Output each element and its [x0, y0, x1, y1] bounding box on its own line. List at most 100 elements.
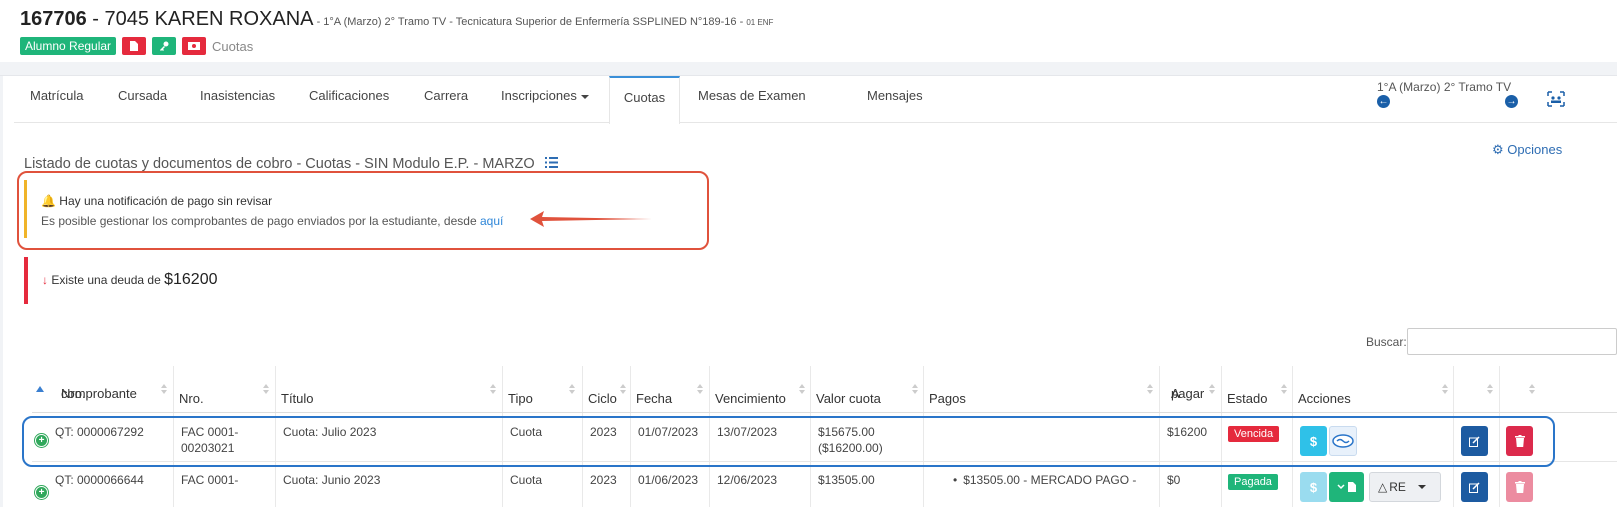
sort-icon	[1529, 384, 1535, 396]
download-icon	[1336, 482, 1356, 492]
sort-icon	[1281, 384, 1287, 396]
col-vencimiento-label: Vencimiento	[715, 391, 786, 406]
edit-button[interactable]	[1461, 472, 1488, 502]
col-apagar-line2: pagar	[1171, 386, 1205, 401]
sort-icon	[912, 384, 918, 396]
expand-row-icon[interactable]: +	[35, 486, 48, 499]
status-badge: Alumno Regular	[20, 37, 117, 55]
tab-inscripciones-label: Inscripciones	[501, 88, 577, 103]
sort-icon	[697, 384, 703, 396]
pay-dollar-button[interactable]: $	[1300, 472, 1327, 502]
trash-icon	[1514, 481, 1525, 493]
col-titulo[interactable]: Título	[275, 366, 502, 413]
cell-comprobante: QT: 0000066644	[55, 473, 144, 487]
ticket-icon[interactable]	[182, 37, 207, 55]
col-pagos-label: Pagos	[929, 391, 966, 406]
opciones-label: Opciones	[1507, 142, 1563, 157]
debt-amount: $16200	[164, 271, 218, 288]
title-separator: -	[86, 8, 105, 30]
col-pagos[interactable]: Pagos	[923, 366, 1159, 413]
arrow-down-icon: ↓	[42, 273, 48, 287]
student-id: 167706	[20, 8, 87, 30]
cell-vencimiento: 12/06/2023	[717, 473, 778, 487]
tab-carrera[interactable]: Carrera	[424, 76, 468, 123]
tab-calificaciones[interactable]: Calificaciones	[309, 76, 389, 123]
sort-icon	[1442, 384, 1448, 396]
cell-nro: FAC 0001-	[181, 473, 239, 487]
col-acciones[interactable]: Acciones	[1292, 366, 1453, 413]
cell-ciclo: 2023	[590, 473, 617, 487]
col-tipo[interactable]: Tipo	[502, 366, 582, 413]
bullet: •	[953, 473, 958, 487]
col-ciclo[interactable]: Ciclo	[582, 366, 630, 413]
gear-icon: ⚙	[1492, 142, 1504, 157]
cell-valor: $13505.00	[818, 473, 875, 487]
sort-icon	[620, 384, 626, 396]
cell-pagos-text: $13505.00 - MERCADO PAGO -	[963, 473, 1137, 487]
col-edit[interactable]	[1453, 366, 1499, 413]
arrow-left-icon[interactable]: ←	[1377, 95, 1390, 108]
cell-a-pagar: $0	[1167, 473, 1181, 487]
student-course: - 1°A (Marzo) 2° Tramo TV - Tecnicatura …	[313, 16, 747, 28]
cell-titulo: Cuota: Junio 2023	[283, 473, 381, 487]
debt-text: Existe una deuda de	[51, 273, 165, 287]
edit-icon	[1469, 481, 1480, 493]
col-valor-cuota[interactable]: Valor cuota	[810, 366, 923, 413]
list-icon[interactable]	[544, 156, 558, 172]
tab-matricula[interactable]: Matrícula	[30, 76, 83, 123]
col-a-pagar[interactable]: Apagar	[1159, 366, 1221, 413]
tab-cursada[interactable]: Cursada	[118, 76, 167, 123]
section-divider	[0, 62, 1617, 76]
key-icon[interactable]	[152, 37, 177, 55]
table-header: Nro. comprobante Nro. Título Tipo Ciclo F…	[32, 366, 1617, 413]
student-course-code: 01 ENF	[746, 18, 774, 27]
cuotas-label: Cuotas	[212, 38, 254, 54]
re-dropdown[interactable]: △ RE	[1369, 472, 1441, 502]
tab-mensajes[interactable]: Mensajes	[867, 76, 923, 123]
student-header: 167706 - 7045 KAREN ROXANA - 1°A (Marzo)…	[20, 8, 1617, 62]
col-nro[interactable]: Nro.	[173, 366, 275, 413]
status-badge: Pagada	[1228, 474, 1278, 490]
list-title: Listado de cuotas y documentos de cobro …	[24, 156, 558, 172]
group-icon[interactable]	[1547, 91, 1565, 107]
col-delete[interactable]	[1499, 366, 1545, 413]
sort-asc-icon[interactable]	[36, 386, 44, 392]
sort-icon	[161, 384, 167, 396]
warning-icon: △	[1378, 480, 1388, 494]
sort-icon	[1487, 384, 1493, 396]
left-rail	[0, 76, 3, 507]
caret-down-icon	[580, 94, 589, 99]
arrow-right-icon[interactable]: →	[1505, 95, 1518, 108]
col-nro-comprobante-line2: comprobante	[61, 386, 137, 401]
col-nro-comprobante[interactable]: Nro. comprobante	[49, 366, 173, 413]
delete-button[interactable]	[1506, 472, 1533, 502]
cell-tipo: Cuota	[510, 473, 543, 487]
sort-icon	[569, 384, 575, 396]
search-input[interactable]	[1407, 328, 1617, 355]
tab-inasistencias[interactable]: Inasistencias	[200, 76, 275, 123]
sort-icon	[263, 384, 269, 396]
student-name: 7045 KAREN ROXANA	[104, 8, 314, 30]
cell-fecha: 01/06/2023	[638, 473, 699, 487]
tab-cuotas[interactable]: Cuotas	[609, 76, 680, 124]
tab-mesas-de-examen[interactable]: Mesas de Examen	[698, 76, 806, 123]
table-row[interactable]: + QT: 0000066644 FAC 0001- Cuota: Junio …	[32, 462, 1617, 507]
col-estado-label: Estado	[1227, 391, 1268, 406]
col-valor-label: Valor cuota	[816, 391, 881, 406]
document-icon[interactable]	[122, 37, 147, 55]
col-ciclo-label: Ciclo	[588, 391, 617, 406]
col-fecha-label: Fecha	[636, 391, 673, 406]
col-vencimiento[interactable]: Vencimiento	[709, 366, 810, 413]
callout-arrow	[530, 211, 652, 227]
re-label: RE	[1389, 480, 1406, 494]
sort-icon	[1209, 384, 1215, 396]
tab-inscripciones[interactable]: Inscripciones	[501, 76, 589, 123]
download-receipt-button[interactable]	[1329, 472, 1364, 502]
sort-icon	[799, 384, 805, 396]
col-nro-label: Nro.	[179, 391, 204, 406]
col-estado[interactable]: Estado	[1221, 366, 1292, 413]
col-tipo-label: Tipo	[508, 391, 533, 406]
col-acciones-label: Acciones	[1298, 391, 1351, 406]
col-fecha[interactable]: Fecha	[630, 366, 709, 413]
opciones-button[interactable]: ⚙ Opciones	[1492, 142, 1562, 158]
